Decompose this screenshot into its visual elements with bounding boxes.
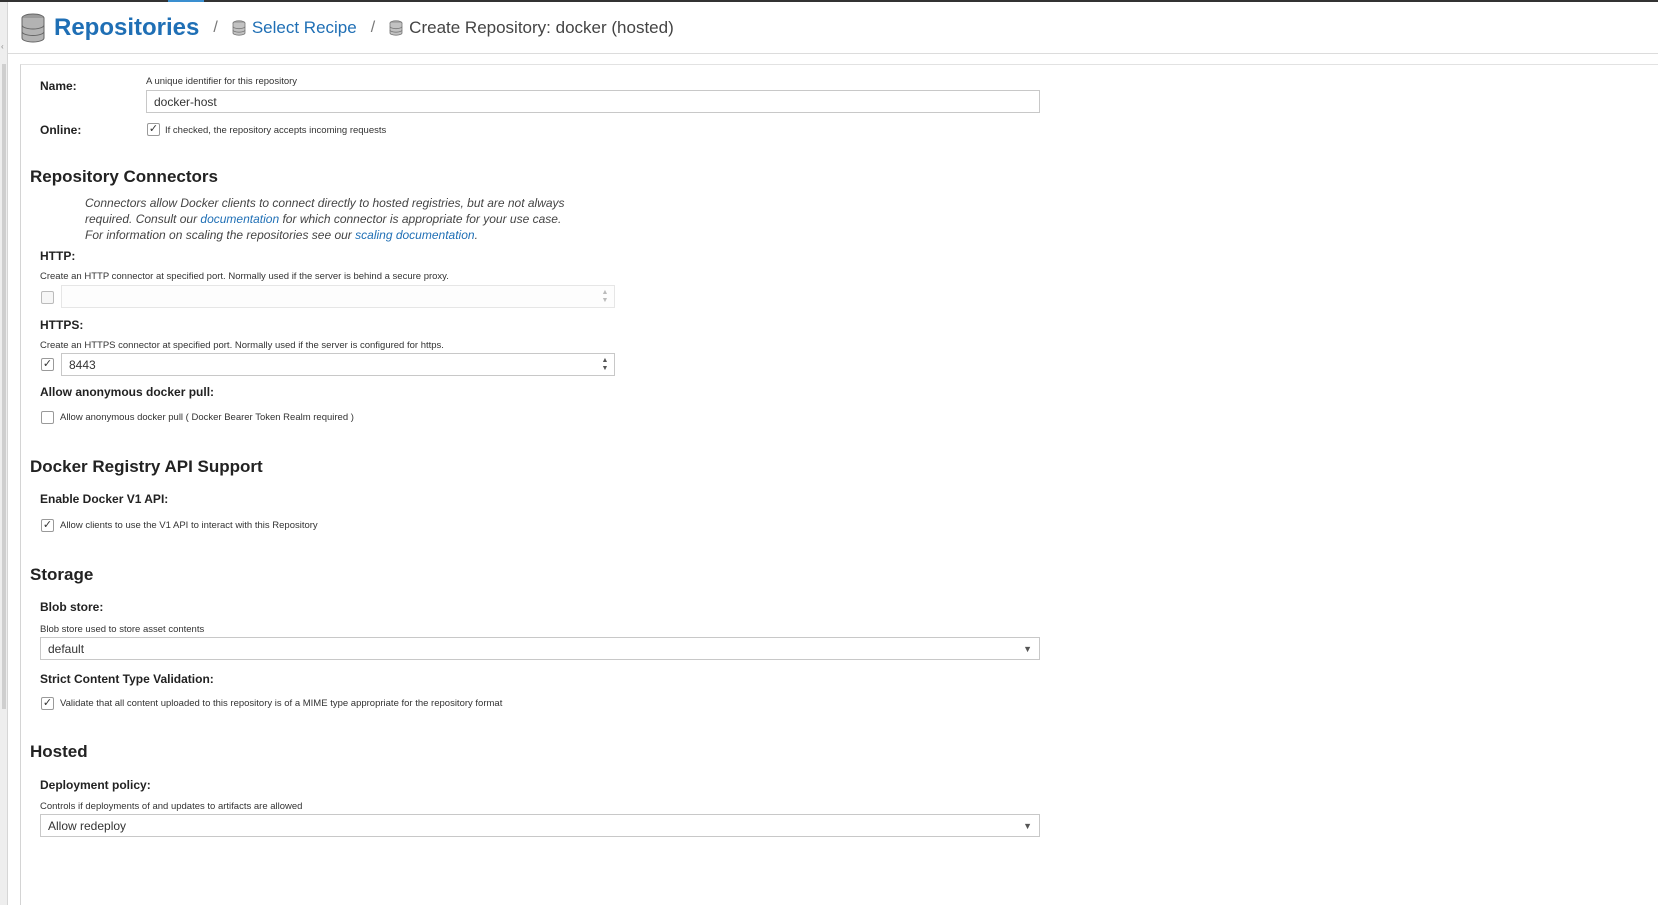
strict-validation-help: Validate that all content uploaded to th…	[60, 698, 503, 709]
https-port-input[interactable]: 8443 ▲ ▼	[61, 353, 615, 376]
breadcrumb-select-recipe-link[interactable]: Select Recipe	[252, 18, 357, 38]
spin-down-icon: ▼	[601, 365, 609, 372]
spin-down-icon: ▼	[601, 297, 609, 304]
connectors-section-title: Repository Connectors	[30, 167, 218, 186]
check-icon: ✓	[42, 358, 53, 370]
https-checkbox[interactable]: ✓	[41, 358, 54, 371]
breadcrumb: Repositories / Select Recipe / Create Re…	[8, 2, 1658, 54]
database-icon	[389, 19, 403, 36]
repository-form: Name: A unique identifier for this repos…	[20, 64, 1658, 905]
blob-store-label: Blob store:	[40, 600, 104, 614]
storage-section-title: Storage	[30, 565, 94, 584]
online-label: Online:	[40, 123, 82, 137]
chevron-down-icon: ▼	[1023, 820, 1032, 831]
deployment-policy-value: Allow redeploy	[48, 818, 127, 833]
http-port-input[interactable]: ▲ ▼	[61, 285, 615, 308]
v1-api-checkbox[interactable]: ✓	[41, 519, 54, 532]
connectors-note: Connectors allow Docker clients to conne…	[85, 195, 565, 243]
name-input-value: docker-host	[154, 94, 217, 109]
anonymous-pull-label: Allow anonymous docker pull:	[40, 385, 215, 399]
anonymous-pull-checkbox[interactable]	[41, 411, 54, 424]
strict-validation-label: Strict Content Type Validation:	[40, 672, 214, 686]
name-label: Name:	[40, 79, 77, 93]
chevron-down-icon: ▼	[1023, 643, 1032, 654]
database-icon	[21, 13, 45, 42]
http-port-spinner[interactable]: ▲ ▼	[600, 288, 610, 306]
http-label: HTTP:	[40, 249, 76, 263]
https-help: Create an HTTPS connector at specified p…	[40, 340, 444, 351]
name-help: A unique identifier for this repository	[146, 76, 298, 87]
breadcrumb-separator: /	[370, 18, 376, 36]
scaling-documentation-link[interactable]: scaling documentation	[355, 228, 474, 242]
online-help: If checked, the repository accepts incom…	[165, 125, 387, 136]
blob-store-value: default	[48, 641, 85, 656]
check-icon: ✓	[42, 697, 53, 709]
https-port-spinner[interactable]: ▲ ▼	[600, 356, 610, 374]
connectors-note-text: .	[474, 228, 478, 242]
deployment-policy-select[interactable]: Allow redeploy ▼	[40, 814, 1040, 837]
deployment-policy-label: Deployment policy:	[40, 778, 151, 792]
documentation-link[interactable]: documentation	[200, 212, 279, 226]
breadcrumb-current: Create Repository: docker (hosted)	[409, 17, 674, 37]
blob-store-help: Blob store used to store asset contents	[40, 624, 205, 635]
database-icon	[232, 19, 246, 36]
rail-scroll-thumb[interactable]	[2, 64, 6, 709]
blob-store-select[interactable]: default ▼	[40, 637, 1040, 660]
anonymous-pull-help: Allow anonymous docker pull ( Docker Bea…	[60, 412, 354, 423]
breadcrumb-repositories-link[interactable]: Repositories	[54, 14, 199, 42]
name-input[interactable]: docker-host	[146, 90, 1040, 113]
spin-up-icon: ▲	[601, 357, 609, 364]
check-icon: ✓	[42, 519, 53, 531]
strict-validation-checkbox[interactable]: ✓	[41, 697, 54, 710]
deployment-policy-help: Controls if deployments of and updates t…	[40, 801, 303, 812]
http-checkbox[interactable]	[41, 291, 54, 304]
left-scroll-rail[interactable]: ‹	[0, 2, 8, 905]
v1-api-help: Allow clients to use the V1 API to inter…	[60, 520, 318, 531]
online-checkbox[interactable]: ✓	[147, 123, 160, 136]
docker-api-section-title: Docker Registry API Support	[30, 457, 263, 476]
breadcrumb-separator: /	[213, 18, 218, 36]
check-icon: ✓	[148, 123, 159, 135]
https-port-value: 8443	[69, 357, 96, 372]
https-label: HTTPS:	[40, 318, 84, 332]
spin-up-icon: ▲	[601, 289, 609, 296]
hosted-section-title: Hosted	[30, 742, 88, 761]
rail-arrow-icon: ‹	[1, 42, 4, 51]
http-help: Create an HTTP connector at specified po…	[40, 271, 449, 282]
v1-api-label: Enable Docker V1 API:	[40, 492, 169, 506]
